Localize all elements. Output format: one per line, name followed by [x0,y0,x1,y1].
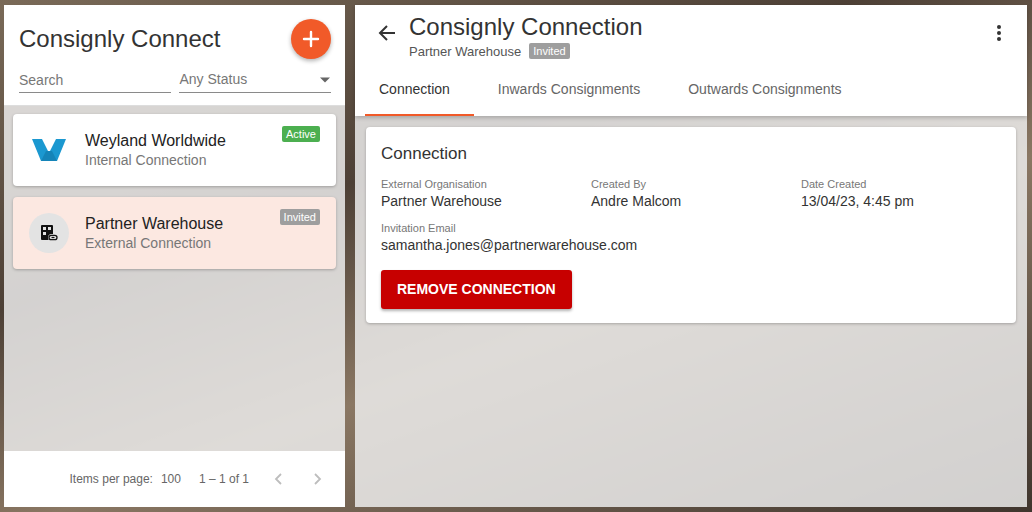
tab[interactable]: Connection [365,65,474,116]
detail-title: Consignly Connection [409,13,969,41]
page-range: 1 – 1 of 1 [199,470,249,488]
field-grid: External OrganisationPartner WarehouseCr… [381,177,1001,256]
field-label: Invitation Email [381,221,1001,235]
connection-name: Partner Warehouse [85,214,264,235]
info-field: Invitation Emailsamantha.jones@partnerwa… [381,221,1001,256]
connection-list: Weyland WorldwideInternal Connection Acti… [4,106,345,451]
detail-body: Connection External OrganisationPartner W… [355,116,1027,334]
info-field: Date Created13/04/23, 4:45 pm [801,177,1001,212]
tab-label: Connection [379,81,450,97]
connection-logo [29,130,69,170]
detail-heading: Consignly ConnectionPartner Warehouse Inv… [409,13,969,61]
field-value: Partner Warehouse [381,191,591,211]
status-badge: Active [282,126,320,142]
prev-page-button[interactable] [267,467,291,491]
weyland-logo-icon [29,133,69,167]
plus-icon [302,30,320,48]
back-button[interactable] [373,19,401,47]
building-link-icon [39,223,59,243]
chevron-left-icon [271,471,287,487]
field-label: Created By [591,177,801,191]
add-button[interactable] [291,19,331,59]
info-field: Created ByAndre Malcom [591,177,801,212]
page-nav [267,467,329,491]
chevron-right-icon [309,471,325,487]
status-select[interactable]: Any Status [179,67,332,93]
connection-item[interactable]: Weyland WorldwideInternal Connection Acti… [13,114,336,186]
filter-row: Any Status [19,67,331,93]
title-row: Consignly Connect [19,17,331,61]
connection-logo [29,213,69,253]
more-menu-button[interactable] [985,19,1013,47]
status-value: Any Status [180,69,248,90]
connection-name: Weyland Worldwide [85,131,264,152]
status-badge: Invited [280,209,320,225]
dropdown-arrow-icon [319,76,331,84]
paginator: Items per page: 100 1 – 1 of 1 [4,451,345,507]
tab-label: Outwards Consignments [688,81,841,97]
back-arrow-icon [378,24,396,42]
connections-panel: Consignly Connect Any Status Weyland World… [4,5,345,507]
info-field: External OrganisationPartner Warehouse [381,177,591,212]
kebab-icon [996,24,1002,42]
search-field[interactable] [19,67,171,93]
panel-header: Consignly Connect Any Status [4,5,345,106]
tab-label: Inwards Consignments [498,81,640,97]
tab[interactable]: Outwards Consignments [674,65,865,116]
page-size-label: Items per page: [70,470,153,488]
next-page-button[interactable] [305,467,329,491]
field-label: Date Created [801,177,1001,191]
status-badge: Invited [529,43,569,59]
detail-panel: Consignly ConnectionPartner WarehouseInv… [355,5,1027,507]
field-value: 13/04/23, 4:45 pm [801,191,1001,211]
field-label: External Organisation [381,177,591,191]
card-title: Connection [381,141,1001,167]
app-title: Consignly Connect [19,25,220,54]
connection-type: External Connection [85,234,264,252]
connection-card: Connection External OrganisationPartner W… [366,127,1016,323]
connection-type: Internal Connection [85,151,264,169]
detail-subtitle: Partner Warehouse [409,42,521,62]
remove-connection-button[interactable]: REMOVE CONNECTION [381,270,572,309]
tab[interactable]: Inwards Consignments [484,65,664,116]
detail-title-row: Consignly ConnectionPartner Warehouse Inv… [355,5,1027,65]
field-value: Andre Malcom [591,191,801,211]
tab-bar: Connection Inwards Consignments Outwards C… [355,65,1027,116]
detail-header: Consignly ConnectionPartner Warehouse Inv… [355,5,1027,116]
page-size-value[interactable]: 100 [161,470,181,488]
app-window: Consignly Connect Any Status Weyland World… [0,0,1032,512]
connection-item[interactable]: Partner WarehouseExternal Connection Invi… [13,197,336,269]
page-size: Items per page: 100 [70,470,181,488]
detail-subtitle-row: Partner Warehouse Invited [409,42,969,62]
field-value: samantha.jones@partnerwarehouse.com [381,235,1001,255]
